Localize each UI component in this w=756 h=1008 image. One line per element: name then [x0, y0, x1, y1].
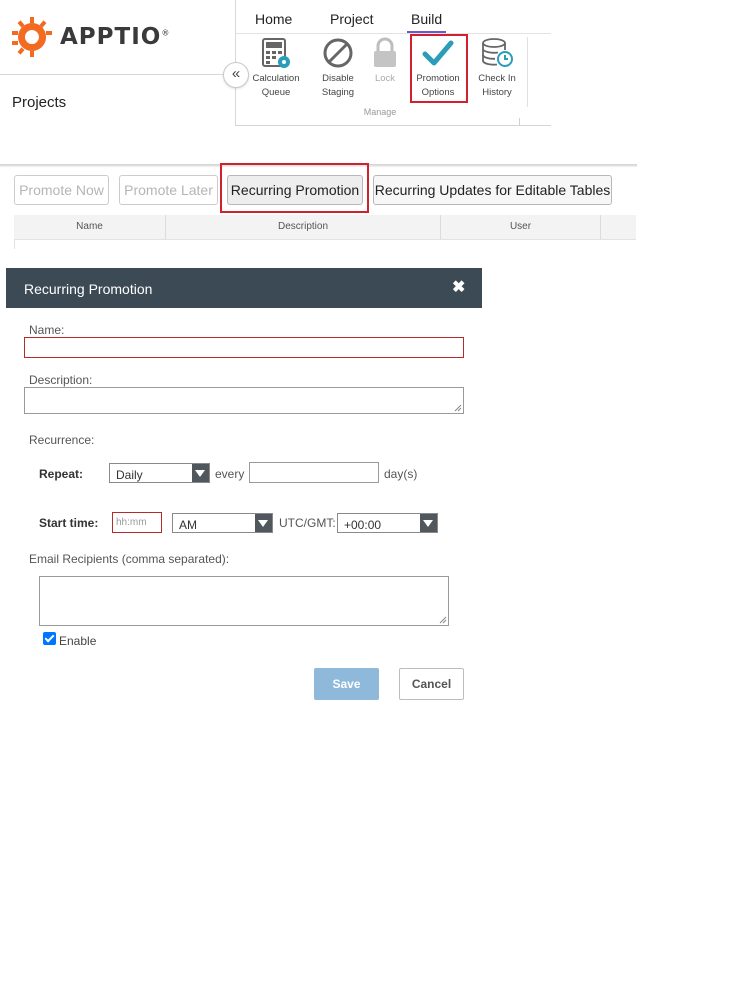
ribbon-top-border	[236, 33, 551, 34]
highlight-recurring-promotion	[220, 163, 369, 213]
calculator-icon	[262, 38, 290, 68]
description-label: Description:	[29, 373, 93, 387]
calculation-queue-button[interactable]: Calculation Queue	[245, 36, 307, 100]
chevron-down-icon	[420, 514, 437, 532]
ribbon-button-label: Queue	[261, 87, 291, 98]
start-time-input[interactable]: hh:mm	[112, 512, 162, 533]
start-time-label: Start time:	[39, 516, 99, 530]
grid-header: Name Description User	[14, 215, 636, 240]
prohibit-icon	[323, 38, 353, 68]
repeat-select[interactable]: Daily	[109, 463, 210, 483]
highlight-promotion-options	[410, 34, 468, 103]
every-days-input[interactable]	[249, 462, 379, 483]
ribbon-button-label: History	[482, 87, 512, 98]
repeat-select-value: Daily	[116, 468, 143, 482]
email-recipients-textarea[interactable]	[39, 576, 449, 626]
ribbon-button-label: Check In	[478, 73, 516, 84]
cancel-button[interactable]: Cancel	[399, 668, 464, 700]
lock-icon	[374, 37, 396, 67]
recurrence-label: Recurrence:	[29, 433, 95, 447]
column-header-name[interactable]: Name	[14, 215, 166, 239]
every-label: every	[215, 467, 245, 481]
column-header-description[interactable]: Description	[166, 215, 441, 239]
close-icon[interactable]: ✖	[452, 277, 465, 297]
page-title: Projects	[12, 94, 67, 111]
chevron-down-icon	[192, 464, 209, 482]
tab-build[interactable]: Build	[411, 11, 442, 27]
dialog-title: Recurring Promotion	[24, 281, 153, 297]
header-divider	[0, 74, 235, 75]
ribbon-separator	[527, 37, 528, 107]
resize-handle-icon[interactable]	[454, 404, 462, 412]
apptio-logo-icon	[12, 17, 52, 57]
logo-text: APPTIO®	[60, 24, 170, 50]
enable-label: Enable	[59, 634, 97, 648]
ribbon-bottom-border	[236, 125, 551, 126]
timezone-select[interactable]: +00:00	[337, 513, 438, 533]
grid-border	[14, 239, 15, 249]
utc-label: UTC/GMT:	[279, 516, 336, 530]
promote-later-button[interactable]: Promote Later	[119, 175, 218, 205]
name-input[interactable]	[24, 337, 464, 358]
email-recipients-label: Email Recipients (comma separated):	[29, 552, 230, 566]
timezone-select-value: +00:00	[344, 518, 382, 532]
resize-handle-icon[interactable]	[439, 616, 447, 624]
double-chevron-left-icon: «	[231, 65, 241, 82]
tab-project[interactable]: Project	[330, 11, 374, 27]
header-logo-area: APPTIO®	[0, 0, 235, 75]
database-history-icon	[482, 38, 513, 67]
ribbon-tick	[519, 118, 520, 125]
ribbon-button-label: Calculation	[252, 73, 300, 84]
check-in-history-button[interactable]: Check In History	[466, 36, 528, 100]
ampm-select-value: AM	[179, 518, 197, 532]
ribbon-group-label: Manage	[363, 107, 397, 117]
promote-now-button[interactable]: Promote Now	[14, 175, 109, 205]
ampm-select[interactable]: AM	[172, 513, 273, 533]
name-label: Name:	[29, 323, 65, 337]
recurring-updates-button[interactable]: Recurring Updates for Editable Tables	[373, 175, 612, 205]
ribbon-button-label: Staging	[321, 87, 355, 98]
description-textarea[interactable]	[24, 387, 464, 414]
days-label: day(s)	[384, 467, 418, 481]
enable-checkbox[interactable]	[43, 632, 56, 645]
chevron-down-icon	[255, 514, 272, 532]
save-button[interactable]: Save	[314, 668, 379, 700]
column-header-user[interactable]: User	[441, 215, 601, 239]
tab-home[interactable]: Home	[255, 11, 292, 27]
repeat-label: Repeat:	[39, 467, 84, 481]
